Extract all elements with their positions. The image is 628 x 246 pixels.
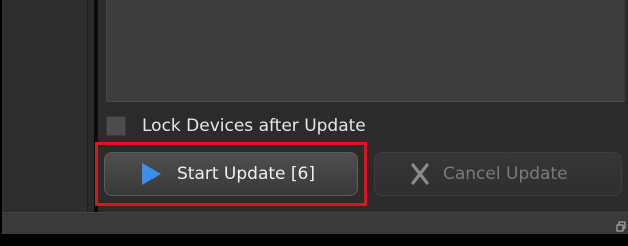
lock-devices-label: Lock Devices after Update [142,116,366,136]
lock-devices-checkbox[interactable] [106,116,126,136]
left-panel [2,0,88,212]
app-window: Lock Devices after Update Start Update [… [0,0,628,246]
update-log-area[interactable] [106,0,625,102]
lock-devices-option[interactable]: Lock Devices after Update [106,114,366,138]
cancel-update-button[interactable]: Cancel Update [374,152,622,196]
start-update-button[interactable]: Start Update [6] [104,152,358,196]
close-x-icon [409,163,431,185]
window-restore-icon[interactable] [616,218,626,232]
play-icon [139,162,163,186]
start-update-label: Start Update [6] [177,164,315,184]
cancel-update-label: Cancel Update [443,164,568,184]
window-bottom-edge [0,234,628,246]
status-bar [2,212,628,235]
update-panel: Lock Devices after Update Start Update [… [98,0,628,212]
